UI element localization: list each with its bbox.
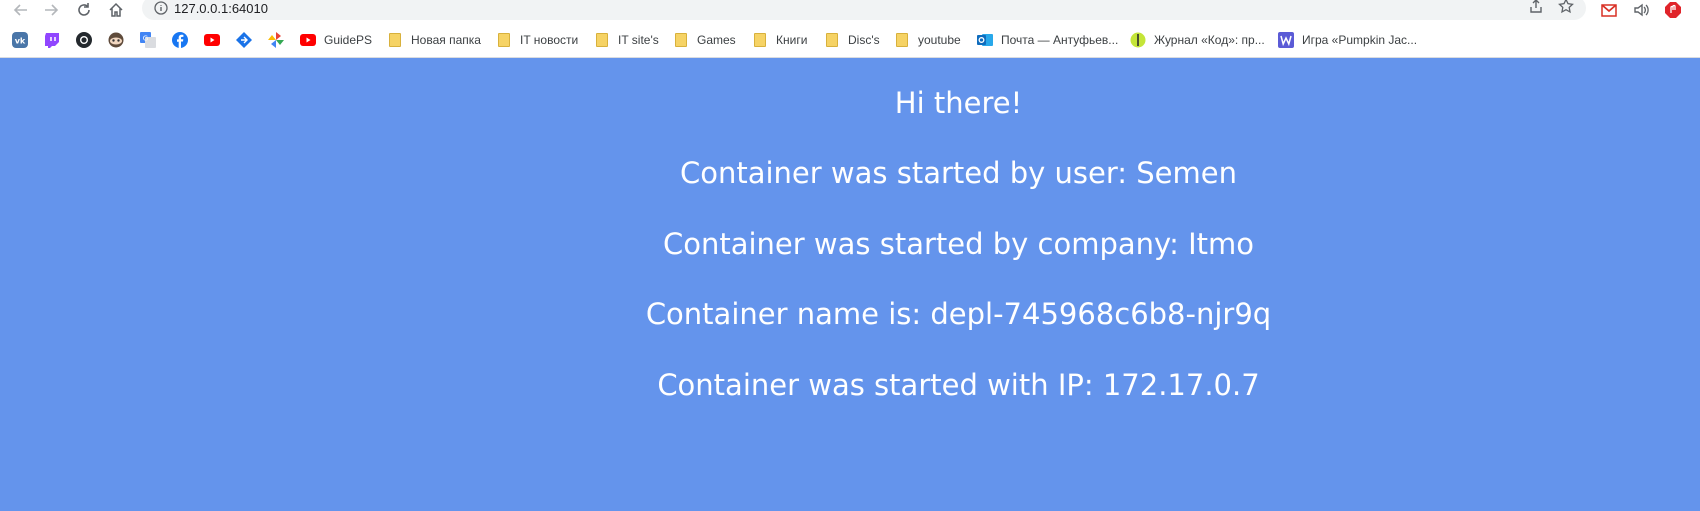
- vk-icon: vk: [12, 32, 28, 48]
- outlook-icon: [977, 32, 993, 48]
- youtube-icon: [204, 32, 220, 48]
- speaker-icon[interactable]: [1632, 1, 1650, 19]
- bookmark-twitch[interactable]: [44, 31, 68, 49]
- bookmark-vk[interactable]: vk: [12, 31, 36, 49]
- user-line: Container was started by user: Semen: [679, 156, 1237, 190]
- w-icon: [1278, 32, 1294, 48]
- twitch-icon: [44, 32, 60, 48]
- folder-icon: [496, 32, 512, 48]
- kod-icon: [1130, 32, 1146, 48]
- bookmark-label: Журнал «Код»: пр...: [1154, 33, 1265, 47]
- folder-icon: [824, 32, 840, 48]
- bookmark-folder-books[interactable]: Книги: [752, 31, 807, 49]
- youtube-icon: [300, 32, 316, 48]
- bookmark-label: GuidePS: [324, 33, 373, 47]
- arrow-right-icon[interactable]: [40, 0, 64, 20]
- bookmark-github[interactable]: [76, 31, 100, 49]
- star-icon[interactable]: [1558, 0, 1574, 19]
- bookmark-folder-discs[interactable]: Disc's: [824, 31, 880, 49]
- page-content: Hi there! Container was started by user:…: [0, 58, 1700, 511]
- pinwheel-icon: [268, 32, 284, 48]
- bookmark-label: youtube: [918, 33, 961, 47]
- ip-line: Container was started with IP: 172.17.0.…: [657, 368, 1260, 402]
- bookmark-kod[interactable]: Журнал «Код»: пр...: [1130, 31, 1265, 49]
- company-line: Container was started by company: Itmo: [662, 227, 1254, 261]
- bookmark-translate[interactable]: G: [140, 31, 164, 49]
- svg-text:G: G: [143, 35, 148, 43]
- bookmark-label: IT site's: [618, 33, 659, 47]
- bookmark-pinwheel[interactable]: [268, 31, 292, 49]
- bookmark-youtube[interactable]: [204, 31, 228, 49]
- folder-icon: [387, 32, 403, 48]
- bookmark-facebook[interactable]: [172, 31, 196, 49]
- bookmark-label: Disc's: [848, 33, 880, 47]
- url-text[interactable]: 127.0.0.1:64010: [174, 1, 268, 16]
- bookmark-label: IT новости: [520, 33, 579, 47]
- bookmark-folder-it-news[interactable]: IT новости: [496, 31, 578, 49]
- diamond-icon: [236, 32, 252, 48]
- bookmark-label: Новая папка: [411, 33, 481, 47]
- bookmark-folder-youtube[interactable]: youtube: [894, 31, 961, 49]
- bookmarks-bar: vk G GuidePS Новая папка IT новости IT s…: [0, 22, 1700, 58]
- folder-icon: [752, 32, 768, 48]
- bookmark-label: Почта — Антуфьев...: [1001, 33, 1119, 47]
- bookmark-label: Игра «Pumpkin Jac...: [1302, 33, 1418, 47]
- reload-icon[interactable]: [72, 0, 96, 20]
- bookmark-guideps[interactable]: GuidePS: [300, 31, 372, 49]
- bookmark-folder-it-sites[interactable]: IT site's: [594, 31, 659, 49]
- mask-icon: [108, 32, 124, 48]
- facebook-icon: [172, 32, 188, 48]
- bookmark-label: Книги: [776, 33, 808, 47]
- browser-toolbar: 127.0.0.1:64010: [0, 0, 1700, 22]
- bookmark-outlook[interactable]: Почта — Антуфьев...: [977, 31, 1118, 49]
- share-icon[interactable]: [1528, 0, 1544, 19]
- folder-icon: [894, 32, 910, 48]
- folder-icon: [594, 32, 610, 48]
- svg-text:vk: vk: [15, 37, 26, 46]
- bookmark-folder-new[interactable]: Новая папка: [387, 31, 481, 49]
- bookmark-mask[interactable]: [108, 31, 132, 49]
- home-icon[interactable]: [104, 0, 128, 20]
- greeting-heading: Hi there!: [894, 86, 1023, 120]
- info-icon[interactable]: [154, 1, 168, 20]
- bookmark-folder-games[interactable]: Games: [673, 31, 736, 49]
- bookmark-diamond[interactable]: [236, 31, 260, 49]
- bookmark-label: Games: [697, 33, 736, 47]
- folder-icon: [673, 32, 689, 48]
- arrow-left-icon[interactable]: [8, 0, 32, 20]
- adblock-icon[interactable]: [1664, 1, 1682, 19]
- bookmark-pumpkin[interactable]: Игра «Pumpkin Jac...: [1278, 31, 1417, 49]
- address-bar[interactable]: 127.0.0.1:64010: [142, 0, 1586, 20]
- github-icon: [76, 32, 92, 48]
- gmail-icon[interactable]: [1600, 1, 1618, 19]
- translate-icon: G: [140, 32, 156, 48]
- container-name-line: Container name is: depl-745968c6b8-njr9q: [645, 297, 1272, 331]
